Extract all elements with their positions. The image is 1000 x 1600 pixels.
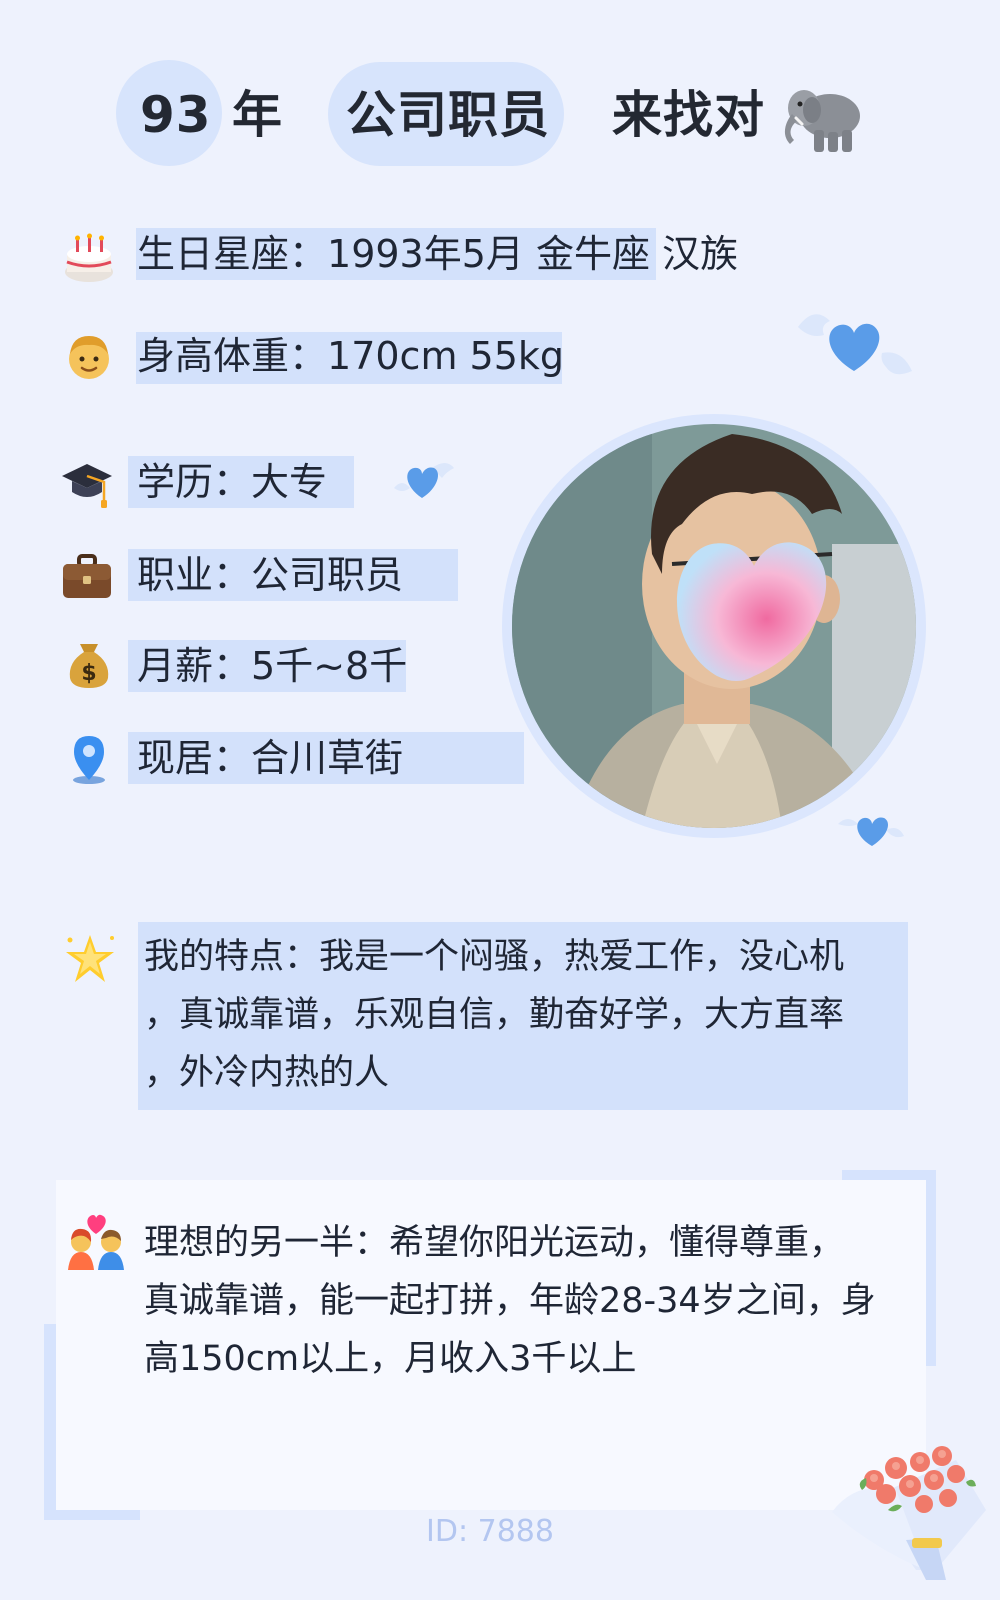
row-value-text: 170cm 55kg xyxy=(327,334,565,378)
profile-id: ID: 7888 xyxy=(426,1514,554,1549)
row-value-text: 大专 xyxy=(251,460,328,504)
row-label: 月薪：5千~8千 xyxy=(137,640,407,692)
tagline: 来找对 xyxy=(612,86,765,144)
row-value-text: 5千~8千 xyxy=(251,644,408,688)
location-pin-icon xyxy=(73,736,105,784)
briefcase-icon xyxy=(63,554,111,598)
row-label-text: 身高体重： xyxy=(137,334,328,378)
row-label-text: 生日星座： xyxy=(137,232,328,276)
flower-bouquet-icon xyxy=(832,1446,986,1580)
ideal-partner-line-1: 理想的另一半：希望你阳光运动，懂得尊重， xyxy=(144,1223,845,1263)
couple-heart-icon xyxy=(68,1214,124,1270)
row-label: 现居：合川草街 xyxy=(137,732,403,784)
row-label: 身高体重：170cm 55kg xyxy=(137,330,564,382)
row-label: 职业：公司职员 xyxy=(137,549,403,601)
man-face-icon xyxy=(69,336,109,379)
svg-text:$: $ xyxy=(81,661,96,686)
star-icon xyxy=(66,935,114,982)
row-label-text: 职业： xyxy=(137,553,252,597)
features-line-1: 我的特点：我是一个闷骚，热爱工作，没心机 xyxy=(144,937,845,977)
age-number: 93 xyxy=(140,86,212,144)
age-unit: 年 xyxy=(232,86,283,144)
elephant-icon xyxy=(784,90,860,152)
birthday-cake-icon xyxy=(65,233,113,282)
row-label: 学历：大专 xyxy=(137,456,327,508)
row-label-text: 学历： xyxy=(137,460,252,504)
row-label-text: 现居： xyxy=(137,736,252,780)
row-label: 生日星座：1993年5月 金牛座 汉族 xyxy=(137,228,738,280)
features-line-2: ，真诚靠谱，乐观自信，勤奋好学，大方直率 xyxy=(144,995,845,1035)
features-line-3: ，外冷内热的人 xyxy=(144,1053,390,1093)
winged-heart-icon xyxy=(394,463,454,498)
row-label-text: 月薪： xyxy=(137,644,252,688)
ideal-partner-line-2: 真诚靠谱，能一起打拼，年龄28-34岁之间，身 xyxy=(144,1281,876,1321)
occupation-title: 公司职员 xyxy=(346,86,550,144)
row-value-text: 合川草街 xyxy=(251,736,404,780)
profile-photo[interactable] xyxy=(512,424,916,828)
winged-heart-icon xyxy=(798,314,912,375)
ideal-partner-line-3: 高150cm以上，月收入3千以上 xyxy=(144,1339,637,1379)
row-value-text: 公司职员 xyxy=(251,553,404,597)
money-bag-icon: $ xyxy=(69,644,109,688)
graduation-cap-icon xyxy=(62,464,112,508)
row-value-text: 1993年5月 金牛座 汉族 xyxy=(327,232,739,276)
